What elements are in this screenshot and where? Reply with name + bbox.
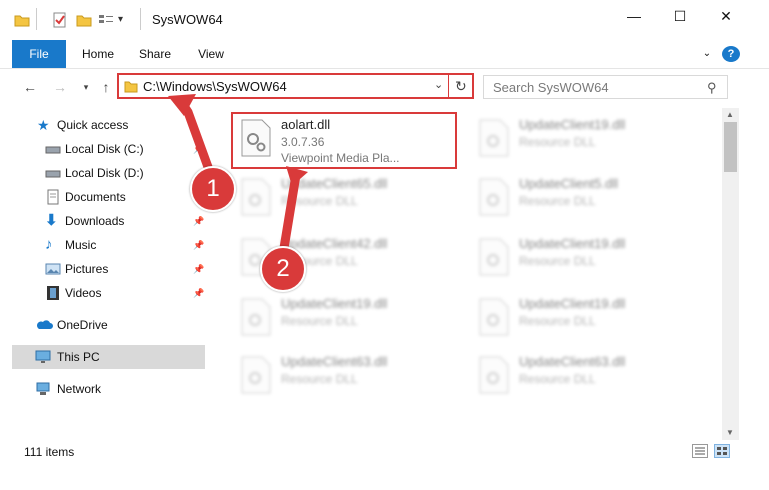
callout-badge-2: 2 <box>260 246 306 292</box>
arrow-2 <box>279 170 301 253</box>
callout-badge-1: 1 <box>190 166 236 212</box>
annotation-arrows <box>168 94 308 253</box>
